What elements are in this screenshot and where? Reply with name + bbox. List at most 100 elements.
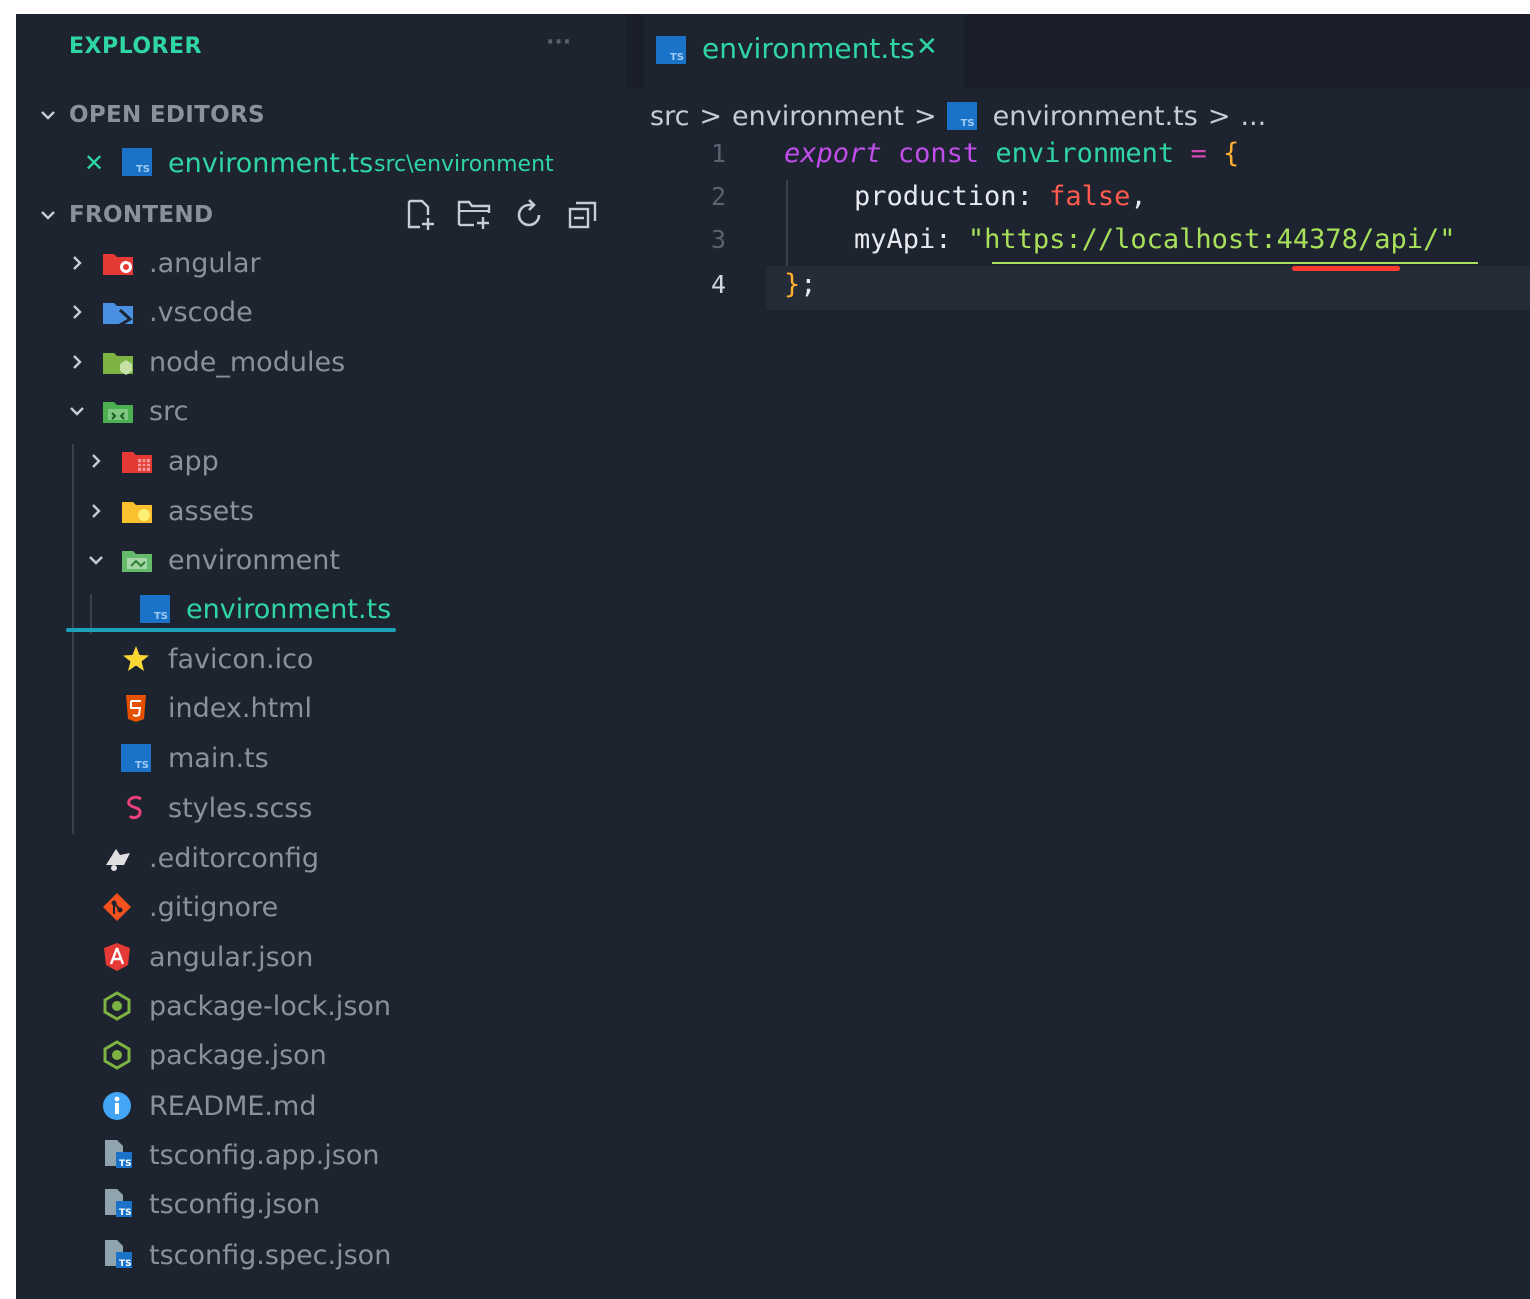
tree-item-label: .angular	[149, 247, 261, 279]
tree-item-label: main.ts	[168, 742, 269, 774]
nodejs-icon	[102, 1040, 134, 1070]
tree-item-gitignore[interactable]: .gitignore	[16, 884, 626, 930]
line-number: 3	[710, 225, 726, 254]
semicolon: ;	[800, 269, 817, 300]
tree-item-label: app	[168, 445, 219, 477]
breadcrumb-separator: >	[699, 100, 723, 132]
typescript-icon: TS	[121, 744, 151, 772]
tsconfig-icon: TS	[102, 1238, 134, 1269]
app-folder-icon	[121, 446, 153, 476]
breadcrumb: src > environment > TS environment.ts > …	[650, 96, 1266, 136]
tree-item-styles-scss[interactable]: styles.scss	[16, 785, 626, 831]
tree-item-package-json[interactable]: package.json	[16, 1032, 626, 1078]
git-icon	[102, 892, 134, 922]
tree-item-package-lock-json[interactable]: package-lock.json	[16, 983, 626, 1029]
colon: :	[935, 224, 952, 255]
tree-item-environment-ts[interactable]: TS environment.ts	[16, 586, 626, 632]
current-line-highlight	[766, 266, 1530, 310]
tree-item-label: .gitignore	[149, 891, 279, 923]
svg-text:TS: TS	[119, 1159, 132, 1169]
tree-item-label: node_modules	[149, 346, 346, 378]
code-line-1[interactable]: export const environment = {	[784, 138, 1239, 169]
new-file-icon[interactable]	[404, 198, 438, 236]
line-number: 2	[710, 182, 726, 211]
tree-item-label: .editorconfig	[149, 842, 320, 874]
breadcrumb-separator: >	[914, 100, 937, 132]
chevron-right-icon	[63, 339, 91, 385]
close-icon[interactable]: ✕	[84, 149, 104, 177]
tree-item-assets-folder[interactable]: assets	[16, 488, 626, 534]
string-url: "https://localhost:44378/api/"	[967, 224, 1456, 255]
tree-item-node-modules-folder[interactable]: node_modules	[16, 339, 626, 385]
tree-item-label: src	[149, 395, 189, 427]
refresh-icon[interactable]	[512, 198, 546, 236]
tree-item-environment-folder[interactable]: environment	[16, 537, 626, 583]
angular-folder-icon	[102, 248, 134, 278]
chevron-right-icon	[63, 240, 91, 286]
project-header[interactable]: FRONTEND	[16, 192, 626, 238]
src-folder-icon	[102, 396, 134, 426]
open-editor-filename: environment.ts	[168, 147, 374, 179]
tree-item-favicon[interactable]: favicon.ico	[16, 636, 626, 682]
tree-item-label: package.json	[149, 1039, 327, 1071]
svg-text:TS: TS	[119, 1259, 132, 1269]
breadcrumb-more[interactable]: ...	[1240, 101, 1266, 132]
tree-item-index-html[interactable]: index.html	[16, 685, 626, 731]
breadcrumb-environment[interactable]: environment	[732, 101, 904, 132]
editor-area: TS environment.ts ✕ src > environment > …	[626, 14, 1530, 1299]
keyword-const: const	[897, 138, 980, 169]
assets-folder-icon	[121, 496, 153, 526]
tree-item-main-ts[interactable]: TS main.ts	[16, 735, 626, 781]
tab-environment-ts[interactable]: TS environment.ts ✕	[644, 14, 964, 88]
more-actions-button[interactable]: ···	[546, 30, 571, 55]
tree-item-label: styles.scss	[168, 792, 313, 824]
operator-equals: =	[1190, 138, 1207, 169]
tree-item-app-folder[interactable]: app	[16, 438, 626, 484]
tree-item-angular-json[interactable]: angular.json	[16, 934, 626, 980]
breadcrumb-src[interactable]: src	[650, 101, 689, 132]
open-editors-header[interactable]: OPEN EDITORS	[16, 92, 626, 138]
code-line-4[interactable]: };	[784, 269, 817, 300]
open-editors-label: OPEN EDITORS	[69, 102, 265, 128]
code-line-2[interactable]: production: false,	[854, 181, 1147, 212]
nodejs-icon	[102, 991, 134, 1021]
tree-item-tsconfig-app-json[interactable]: TS tsconfig.app.json	[16, 1132, 626, 1178]
svg-text:TS: TS	[119, 1208, 132, 1218]
string-underline	[992, 262, 1478, 264]
tree-item-readme[interactable]: README.md	[16, 1083, 626, 1129]
tree-item-angular-folder[interactable]: .angular	[16, 240, 626, 286]
code-line-3[interactable]: myApi: "https://localhost:44378/api/"	[854, 224, 1455, 255]
tree-item-tsconfig-spec-json[interactable]: TS tsconfig.spec.json	[16, 1232, 626, 1278]
collapse-all-icon[interactable]	[566, 198, 600, 236]
line-number: 1	[710, 139, 726, 168]
tab-close-button[interactable]: ✕	[916, 32, 938, 62]
tree-item-label: index.html	[168, 692, 312, 724]
tree-item-label: tsconfig.spec.json	[149, 1239, 392, 1271]
tree-item-tsconfig-json[interactable]: TS tsconfig.json	[16, 1181, 626, 1227]
tree-item-label: README.md	[149, 1090, 317, 1122]
tree-item-editorconfig[interactable]: .editorconfig	[16, 835, 626, 881]
breadcrumb-file[interactable]: environment.ts	[993, 101, 1198, 132]
property-myapi: myApi	[854, 224, 936, 255]
tree-item-src-folder[interactable]: src	[16, 388, 626, 434]
brace-close: }	[784, 269, 801, 300]
new-folder-icon[interactable]	[456, 198, 494, 236]
vscode-folder-icon	[102, 297, 134, 327]
tree-item-label: tsconfig.json	[149, 1188, 321, 1220]
chevron-right-icon	[82, 488, 110, 534]
tree-item-label: assets	[168, 495, 254, 527]
node-folder-icon	[102, 347, 134, 377]
typescript-icon: TS	[140, 595, 170, 623]
tab-label: environment.ts	[702, 32, 915, 65]
tsconfig-icon: TS	[102, 1138, 134, 1169]
keyword-export: export	[784, 138, 882, 169]
tree-item-label: environment.ts	[186, 593, 392, 625]
selection-underline	[66, 628, 396, 632]
environment-folder-icon	[121, 545, 153, 575]
tsconfig-icon: TS	[102, 1187, 134, 1218]
open-editor-item[interactable]: ✕ TS environment.ts src\environment	[16, 140, 626, 186]
error-squiggle	[1292, 266, 1400, 271]
project-label: FRONTEND	[69, 202, 214, 228]
chevron-down-icon	[34, 92, 62, 138]
tree-item-vscode-folder[interactable]: .vscode	[16, 289, 626, 335]
